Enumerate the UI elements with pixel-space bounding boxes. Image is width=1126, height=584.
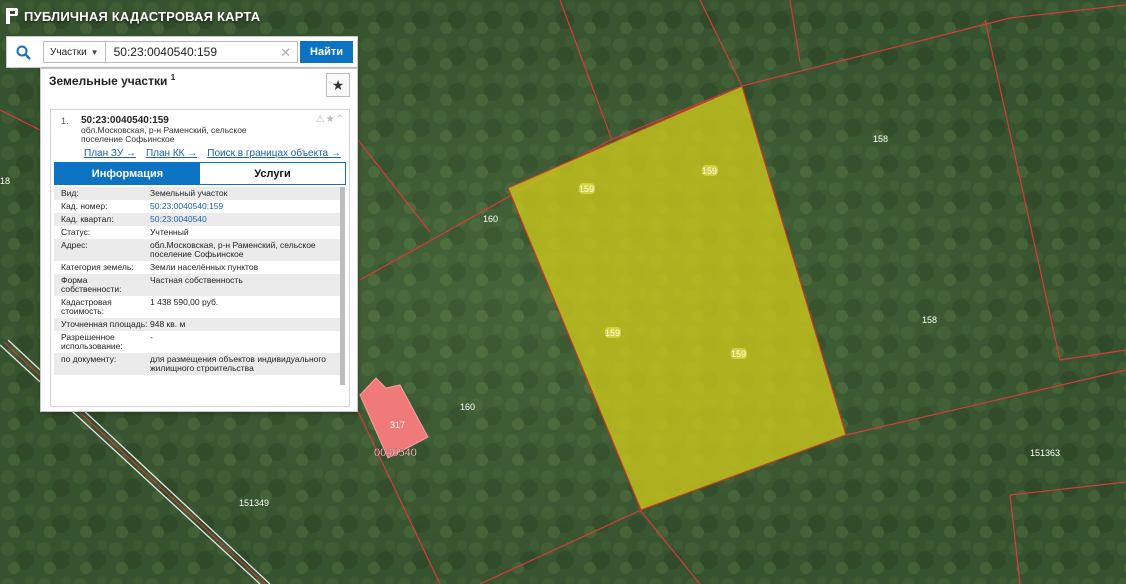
tab-services[interactable]: Услуги bbox=[200, 163, 345, 184]
map-label-159-b: 159 bbox=[702, 166, 717, 176]
chevron-down-icon: ▼ bbox=[90, 47, 99, 57]
result-address: обл.Московская, р-н Раменский, сельское … bbox=[81, 125, 247, 144]
info-row: Категория земель: Земли населённых пункто… bbox=[54, 261, 340, 274]
card-icons: ⚠ ★ ⌃ bbox=[316, 114, 344, 125]
info-row: по документу: для размещения объектов инд… bbox=[54, 353, 340, 375]
map-label-160-a: 160 bbox=[483, 214, 498, 224]
info-row: Статус: Учтенный bbox=[54, 226, 340, 239]
map-label-151363: 151363 bbox=[1030, 448, 1060, 458]
search-icon[interactable] bbox=[11, 40, 35, 64]
map-label-159-d: 159 bbox=[731, 349, 746, 359]
result-card: 1. 50:23:0040540:159 обл.Московская, р-н… bbox=[50, 109, 350, 407]
map-label-158-a: 158 bbox=[873, 134, 888, 144]
search-bar: Участки ▼ 50:23:0040540:159 ✕ Найти bbox=[6, 36, 358, 68]
info-row: Форма собственности: Частная собственност… bbox=[54, 274, 340, 296]
logo-icon bbox=[6, 8, 18, 24]
star-icon[interactable]: ★ bbox=[326, 114, 335, 125]
app-header: ПУБЛИЧНАЯ КАДАСТРОВАЯ КАРТА bbox=[0, 0, 260, 32]
map-label-158-b: 158 bbox=[922, 315, 937, 325]
info-row: Кадастровая стоимость: 1 438 590,00 руб. bbox=[54, 296, 340, 318]
map-label-151349: 151349 bbox=[239, 498, 269, 508]
result-count: 1 bbox=[170, 73, 176, 82]
plan-zu-link[interactable]: План ЗУ → bbox=[84, 148, 136, 159]
clear-icon[interactable]: ✕ bbox=[280, 45, 291, 61]
result-tabs: Информация Услуги bbox=[54, 162, 346, 185]
object-type-select[interactable]: Участки ▼ bbox=[43, 41, 106, 63]
info-row: Уточненная площадь: 948 кв. м bbox=[54, 318, 340, 331]
panel-title: Земельные участки 1 bbox=[49, 73, 176, 88]
info-row: Кад. квартал: 50:23:0040540 bbox=[54, 213, 340, 226]
map-label-quarter: 0040540 bbox=[374, 447, 417, 459]
scroll-thumb[interactable] bbox=[340, 187, 345, 385]
info-row: Вид: Земельный участок bbox=[54, 187, 340, 200]
info-scrollbar[interactable] bbox=[340, 187, 345, 385]
favorite-button[interactable]: ★ bbox=[326, 73, 350, 97]
info-row: Адрес: обл.Московская, р-н Раменский, сел… bbox=[54, 239, 340, 261]
chevron-up-icon[interactable]: ⌃ bbox=[336, 114, 344, 125]
map-label-159-a: 159 bbox=[579, 184, 594, 194]
warning-icon[interactable]: ⚠ bbox=[316, 114, 325, 125]
info-row: Кад. номер: 50:23:0040540:159 bbox=[54, 200, 340, 213]
result-number: 1. bbox=[61, 116, 69, 126]
info-table: Вид: Земельный участок Кад. номер: 50:23:0… bbox=[54, 187, 340, 375]
plan-kk-link[interactable]: План КК → bbox=[146, 148, 197, 159]
map-label-159-c: 159 bbox=[605, 328, 620, 338]
app-title: ПУБЛИЧНАЯ КАДАСТРОВАЯ КАРТА bbox=[24, 8, 261, 24]
search-input-value: 50:23:0040540:159 bbox=[113, 45, 218, 59]
object-type-label: Участки bbox=[50, 46, 87, 58]
map-label-317: 317 bbox=[390, 420, 405, 430]
map-label-160-b: 160 bbox=[460, 402, 475, 412]
result-links: План ЗУ → План КК → Поиск в границах объ… bbox=[84, 148, 341, 159]
find-button[interactable]: Найти bbox=[300, 41, 353, 63]
results-panel: Земельные участки 1 ★ 1. 50:23:0040540:1… bbox=[40, 68, 358, 412]
search-in-bounds-link[interactable]: Поиск в границах объекта → bbox=[207, 148, 341, 159]
star-icon: ★ bbox=[331, 76, 345, 93]
map-label-18: 18 bbox=[0, 176, 10, 186]
info-row: Разрешенное использование: - bbox=[54, 331, 340, 353]
tab-info[interactable]: Информация bbox=[55, 163, 200, 184]
search-input[interactable]: 50:23:0040540:159 ✕ bbox=[105, 41, 299, 63]
